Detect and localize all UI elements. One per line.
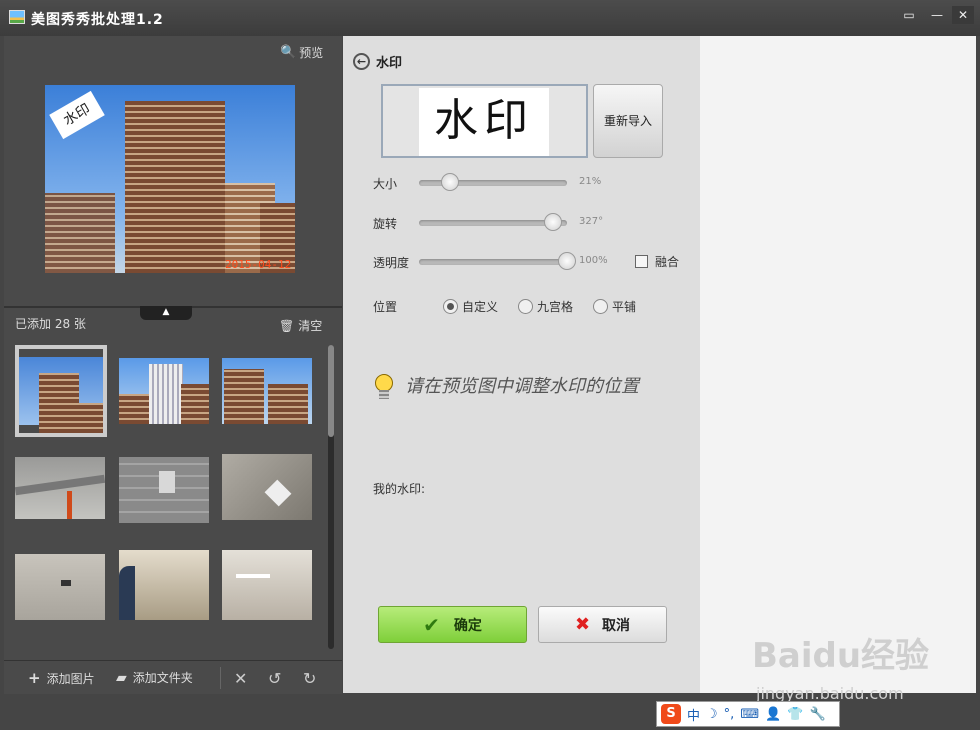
confirm-button[interactable]: ✔ 确定 bbox=[378, 606, 527, 643]
thumbnail-item[interactable] bbox=[119, 550, 209, 620]
position-option-grid[interactable]: 九宫格 bbox=[518, 298, 573, 315]
title-bar: 美图秀秀批处理1.2 ▭ — ✕ bbox=[0, 0, 980, 36]
size-value: 21% bbox=[579, 176, 602, 187]
minimize-button[interactable]: — bbox=[926, 6, 948, 24]
close-icon[interactable]: ✕ bbox=[234, 669, 247, 688]
rotate-left-icon[interactable]: ↺ bbox=[268, 669, 281, 688]
added-count: 已添加 28 张 bbox=[15, 317, 86, 331]
position-label: 位置 bbox=[373, 300, 398, 314]
position-option-label: 自定义 bbox=[462, 300, 499, 314]
expand-toggle-button[interactable]: ▲ bbox=[140, 306, 192, 320]
rotation-slider[interactable] bbox=[419, 213, 567, 231]
right-blank-area bbox=[700, 36, 976, 693]
preview-watermark[interactable]: 水印 bbox=[49, 90, 105, 140]
blend-checkbox-box[interactable] bbox=[635, 255, 648, 268]
preview-image[interactable]: 水印 2015-04-12 bbox=[45, 85, 295, 273]
add-image-label: 添加图片 bbox=[46, 671, 95, 686]
user-icon[interactable]: 👤 bbox=[765, 707, 781, 722]
trash-icon: 🗑 bbox=[279, 318, 295, 333]
plus-icon: + bbox=[28, 669, 41, 687]
radio-button[interactable] bbox=[518, 299, 533, 314]
punctuation-icon[interactable]: °, bbox=[724, 707, 735, 722]
ime-toolbar[interactable]: S 中 ☽ °, ⌨ 👤 👕 🔧 bbox=[656, 701, 840, 727]
back-button[interactable]: ← 水印 bbox=[353, 52, 402, 71]
position-hint: 请在预览图中调整水印的位置 bbox=[373, 370, 639, 400]
thumbnail-item[interactable] bbox=[119, 358, 209, 424]
cancel-label: 取消 bbox=[602, 617, 631, 634]
back-arrow-icon: ← bbox=[353, 53, 370, 70]
thumbnail-item[interactable] bbox=[222, 550, 312, 620]
moon-icon[interactable]: ☽ bbox=[706, 707, 718, 722]
size-slider-knob[interactable] bbox=[441, 173, 460, 191]
radio-button[interactable] bbox=[593, 299, 608, 314]
clear-label: 清空 bbox=[298, 319, 323, 333]
opacity-value: 100% bbox=[579, 255, 608, 266]
position-option-custom[interactable]: 自定义 bbox=[443, 298, 498, 315]
thumbnail-item[interactable] bbox=[15, 345, 107, 437]
watermark-settings-panel: ← 水印 水印 重新导入 大小 21% 旋转 327° 透明度 100% 融合 … bbox=[343, 36, 700, 693]
rotation-value: 327° bbox=[579, 216, 604, 227]
feedback-icon[interactable]: ▭ bbox=[898, 6, 920, 24]
add-folder-button[interactable]: ▰ 添加文件夹 bbox=[116, 669, 193, 686]
close-button[interactable]: ✕ bbox=[952, 6, 974, 24]
x-icon: ✖ bbox=[574, 614, 591, 635]
position-option-label: 平铺 bbox=[612, 300, 637, 314]
check-icon: ✔ bbox=[423, 612, 440, 637]
preview-label: 预览 bbox=[299, 46, 324, 60]
clear-button[interactable]: 🗑 清空 bbox=[279, 317, 322, 334]
blend-label: 融合 bbox=[655, 255, 680, 269]
reimport-button[interactable]: 重新导入 bbox=[593, 84, 663, 158]
watermark-preview-box: 水印 bbox=[381, 84, 588, 158]
folder-icon: ▰ bbox=[116, 669, 127, 686]
cancel-button[interactable]: ✖ 取消 bbox=[538, 606, 667, 643]
app-window: 美图秀秀批处理1.2 ▭ — ✕ 🔍 预览 水印 2015-04-12 ▲ 已添… bbox=[0, 0, 980, 730]
thumbnail-item[interactable] bbox=[119, 457, 209, 523]
add-folder-label: 添加文件夹 bbox=[132, 671, 193, 685]
toolbar-separator bbox=[220, 667, 221, 689]
preview-button[interactable]: 🔍 预览 bbox=[280, 44, 323, 61]
thumbnail-scrollbar[interactable] bbox=[328, 345, 334, 649]
radio-button[interactable] bbox=[443, 299, 458, 314]
opacity-slider[interactable] bbox=[419, 252, 576, 270]
keyboard-icon[interactable]: ⌨ bbox=[740, 707, 759, 722]
size-label: 大小 bbox=[373, 177, 398, 191]
baidu-watermark: Baidu经验 bbox=[752, 636, 930, 676]
opacity-label: 透明度 bbox=[373, 256, 410, 270]
thumbnail-item[interactable] bbox=[15, 554, 105, 620]
watermark-preview-text: 水印 bbox=[419, 88, 549, 156]
size-slider[interactable] bbox=[419, 173, 567, 191]
ime-logo-icon[interactable]: S bbox=[661, 704, 681, 724]
left-panel: 🔍 预览 水印 2015-04-12 ▲ 已添加 28 张 🗑 清空 + 添加图… bbox=[4, 36, 342, 694]
lightbulb-icon bbox=[373, 370, 395, 400]
thumbnail-item[interactable] bbox=[222, 358, 312, 424]
preview-icon: 🔍 bbox=[280, 45, 297, 60]
ime-mode-indicator[interactable]: 中 bbox=[687, 705, 700, 724]
app-icon bbox=[9, 10, 25, 24]
scrollbar-thumb[interactable] bbox=[328, 345, 334, 437]
hint-text: 请在预览图中调整水印的位置 bbox=[405, 376, 639, 397]
skin-icon[interactable]: 👕 bbox=[787, 707, 803, 722]
rotation-label: 旋转 bbox=[373, 217, 398, 231]
my-watermark-label: 我的水印: bbox=[373, 482, 426, 496]
thumbnail-item[interactable] bbox=[222, 454, 312, 520]
bottom-toolbar: + 添加图片 ▰ 添加文件夹 ✕ ↺ ↻ bbox=[4, 660, 342, 694]
add-image-button[interactable]: + 添加图片 bbox=[28, 669, 95, 687]
position-option-tile[interactable]: 平铺 bbox=[593, 298, 636, 315]
confirm-label: 确定 bbox=[453, 617, 482, 634]
rotate-right-icon[interactable]: ↻ bbox=[303, 669, 316, 688]
thumbnail-item[interactable] bbox=[15, 457, 105, 519]
position-option-label: 九宫格 bbox=[537, 300, 574, 314]
wrench-icon[interactable]: 🔧 bbox=[809, 707, 825, 722]
opacity-slider-knob[interactable] bbox=[558, 252, 576, 270]
date-stamp: 2015-04-12 bbox=[225, 258, 292, 271]
blend-checkbox[interactable]: 融合 bbox=[635, 253, 679, 270]
panel-title: 水印 bbox=[376, 56, 403, 71]
window-title: 美图秀秀批处理1.2 bbox=[31, 12, 164, 28]
rotation-slider-knob[interactable] bbox=[544, 213, 563, 231]
